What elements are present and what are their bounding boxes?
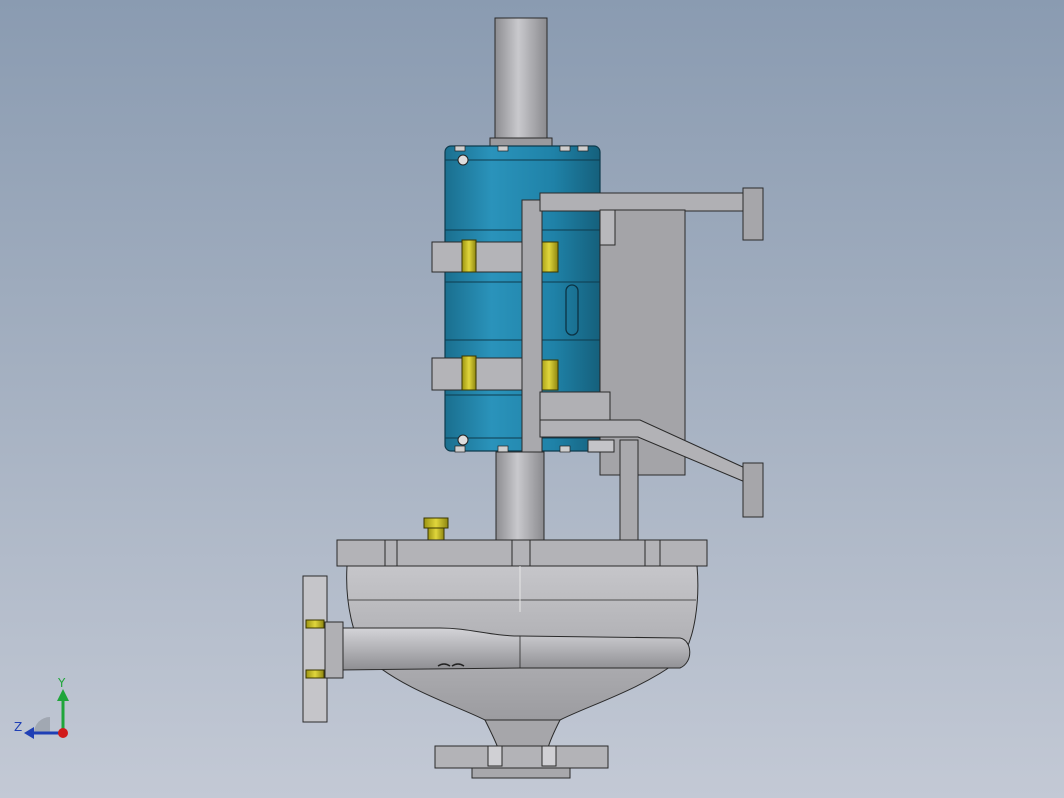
z-axis-label: Z [14,720,22,734]
pump-3d-model[interactable] [0,0,1064,798]
x-axis-icon [58,728,68,738]
lower-shaft[interactable] [495,451,545,543]
bottom-flange[interactable] [434,745,609,779]
y-axis-label: Y [57,676,66,690]
pump-cover-flange[interactable] [336,539,708,567]
inlet-flange[interactable] [302,575,344,723]
vent-plug[interactable] [423,517,449,541]
graphics-viewport[interactable]: Y Z [0,0,1064,798]
top-shaft[interactable] [489,17,553,147]
orientation-triad: Y Z [14,676,69,739]
triad-plane-icon [34,717,50,733]
